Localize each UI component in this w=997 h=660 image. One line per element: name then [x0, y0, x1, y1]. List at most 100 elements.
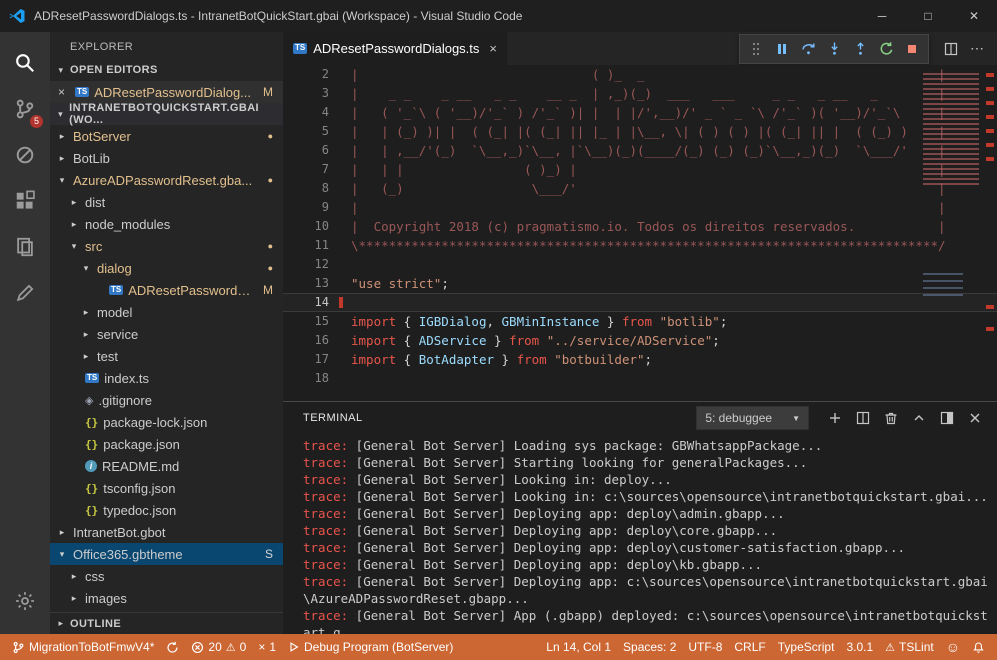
code-line-17[interactable]: 17import { BotAdapter } from "botbuilder… [283, 350, 997, 369]
line-number[interactable]: 12 [283, 255, 351, 274]
source-control-icon[interactable]: 5 [1, 86, 49, 132]
chevron-expanded-icon[interactable]: ▾ [68, 241, 80, 252]
new-terminal-icon[interactable] [823, 406, 847, 430]
code-line-8[interactable]: 8| (_) \___/' | [283, 179, 997, 198]
chevron-expanded-icon[interactable]: ▾ [56, 175, 68, 186]
tab-terminal[interactable]: TERMINAL [303, 412, 363, 424]
tree-item-botserver[interactable]: ▸BotServer● [50, 125, 283, 147]
tree-item-azureadpasswordreset-gba-[interactable]: ▾AzureADPasswordReset.gba...● [50, 169, 283, 191]
line-number[interactable]: 14 [283, 293, 351, 312]
title-bar[interactable]: ADResetPasswordDialogs.ts - IntranetBotQ… [0, 0, 997, 32]
tab-close-icon[interactable]: × [489, 41, 497, 56]
split-terminal-icon[interactable] [851, 406, 875, 430]
tree-item-test[interactable]: ▸test [50, 345, 283, 367]
status-branch[interactable]: MigrationToBotFmwV4* [6, 634, 160, 660]
tree-item--gitignore[interactable]: ◈.gitignore [50, 389, 283, 411]
settings-gear-icon[interactable] [1, 578, 49, 624]
line-number[interactable]: 18 [283, 369, 351, 388]
line-number[interactable]: 2 [283, 65, 351, 84]
status-encoding[interactable]: UTF-8 [682, 634, 728, 660]
step-into-button[interactable] [822, 37, 846, 61]
close-panel-icon[interactable] [963, 406, 987, 430]
overview-ruler[interactable] [983, 65, 997, 401]
code-line-16[interactable]: 16import { ADService } from "../service/… [283, 331, 997, 350]
line-number[interactable]: 15 [283, 312, 351, 331]
line-number[interactable]: 5 [283, 122, 351, 141]
tree-item-typedoc-json[interactable]: {}typedoc.json [50, 499, 283, 521]
drag-grip-icon[interactable] [744, 37, 768, 61]
kill-terminal-trash-icon[interactable] [879, 406, 903, 430]
line-number[interactable]: 7 [283, 160, 351, 179]
chevron-collapsed-icon[interactable]: ▸ [80, 307, 92, 318]
status-sync[interactable] [160, 634, 185, 660]
line-number[interactable]: 8 [283, 179, 351, 198]
code-line-15[interactable]: 15import { IGBDialog, GBMinInstance } fr… [283, 312, 997, 331]
chevron-collapsed-icon[interactable]: ▸ [68, 197, 80, 208]
chevron-collapsed-icon[interactable]: ▸ [68, 571, 80, 582]
code-line-4[interactable]: 4| ( '_`\ ( '__)/'_` ) /'_` )| | | |/',_… [283, 103, 997, 122]
status-feedback-smiley[interactable]: ☺ [940, 634, 966, 660]
open-editors-header[interactable]: ▾ OPEN EDITORS [50, 59, 283, 81]
minimap[interactable] [919, 65, 983, 401]
tree-item-src[interactable]: ▾src● [50, 235, 283, 257]
line-number[interactable]: 6 [283, 141, 351, 160]
code-line-6[interactable]: 6| | ,__/'(_) `\__,_)`\__, |`\__)(_)(___… [283, 141, 997, 160]
tree-item-intranetbot-gbot[interactable]: ▸IntranetBot.gbot [50, 521, 283, 543]
chevron-expanded-icon[interactable]: ▾ [80, 263, 92, 274]
tree-item-package-json[interactable]: {}package.json [50, 433, 283, 455]
open-editor-item[interactable]: × TS ADResetPasswordDialog... M [50, 81, 283, 103]
maximize-button[interactable]: □ [905, 0, 951, 32]
line-number[interactable]: 11 [283, 236, 351, 255]
tree-item-service[interactable]: ▸service [50, 323, 283, 345]
status-ts-version[interactable]: 3.0.1 [840, 634, 879, 660]
step-out-button[interactable] [848, 37, 872, 61]
code-line-18[interactable]: 18 [283, 369, 997, 388]
tree-item-node-modules[interactable]: ▸node_modules [50, 213, 283, 235]
code-line-12[interactable]: 12 [283, 255, 997, 274]
line-number[interactable]: 16 [283, 331, 351, 350]
code-line-7[interactable]: 7| | | ( )_) | | [283, 160, 997, 179]
code-line-11[interactable]: 11\*************************************… [283, 236, 997, 255]
status-language[interactable]: TypeScript [772, 634, 841, 660]
tree-item-package-lock-json[interactable]: {}package-lock.json [50, 411, 283, 433]
files-icon[interactable] [1, 224, 49, 270]
close-editor-icon[interactable]: × [58, 85, 70, 99]
code-line-3[interactable]: 3| _ _ _ __ _ _ __ _ | ,_)(_) ___ ___ _ … [283, 84, 997, 103]
chevron-collapsed-icon[interactable]: ▸ [80, 351, 92, 362]
code-editor[interactable]: 2| ( )_ _ |3| _ _ _ __ _ _ __ _ | ,_)(_)… [283, 65, 997, 401]
code-line-2[interactable]: 2| ( )_ _ | [283, 65, 997, 84]
edit-icon[interactable] [1, 270, 49, 316]
line-number[interactable]: 3 [283, 84, 351, 103]
status-eol[interactable]: CRLF [728, 634, 771, 660]
chevron-collapsed-icon[interactable]: ▸ [68, 593, 80, 604]
line-number[interactable]: 17 [283, 350, 351, 369]
minimize-button[interactable]: ─ [859, 0, 905, 32]
chevron-collapsed-icon[interactable]: ▸ [56, 527, 68, 538]
tree-item-readme-md[interactable]: iREADME.md [50, 455, 283, 477]
more-actions-icon[interactable]: ⋯ [965, 37, 989, 61]
tree-item-images[interactable]: ▸images [50, 587, 283, 609]
line-number[interactable]: 9 [283, 198, 351, 217]
status-line-col[interactable]: Ln 14, Col 1 [540, 634, 617, 660]
extensions-icon[interactable] [1, 178, 49, 224]
code-line-9[interactable]: 9| | [283, 198, 997, 217]
code-line-5[interactable]: 5| | (_) )| | ( (_| |( (_| || |_ | |\__,… [283, 122, 997, 141]
chevron-collapsed-icon[interactable]: ▸ [80, 329, 92, 340]
chevron-collapsed-icon[interactable]: ▸ [56, 131, 68, 142]
line-number[interactable]: 10 [283, 217, 351, 236]
terminal-selector[interactable]: 5: debuggee ▼ [696, 406, 809, 430]
line-number[interactable]: 4 [283, 103, 351, 122]
chevron-expanded-icon[interactable]: ▾ [56, 549, 68, 560]
chevron-collapsed-icon[interactable]: ▸ [68, 219, 80, 230]
step-over-button[interactable] [796, 37, 820, 61]
debug-icon[interactable] [1, 132, 49, 178]
status-tslint[interactable]: ⚠ TSLint [879, 634, 940, 660]
chevron-collapsed-icon[interactable]: ▸ [56, 153, 68, 164]
code-line-13[interactable]: 13"use strict"; [283, 274, 997, 293]
tree-item-model[interactable]: ▸model [50, 301, 283, 323]
restart-button[interactable] [874, 37, 898, 61]
status-debug-target[interactable]: Debug Program (BotServer) [282, 634, 459, 660]
status-problems[interactable]: 20 ⚠ 0 [185, 634, 252, 660]
code-line-10[interactable]: 10| Copyright 2018 (c) pragmatismo.io. T… [283, 217, 997, 236]
split-editor-icon[interactable] [939, 37, 963, 61]
